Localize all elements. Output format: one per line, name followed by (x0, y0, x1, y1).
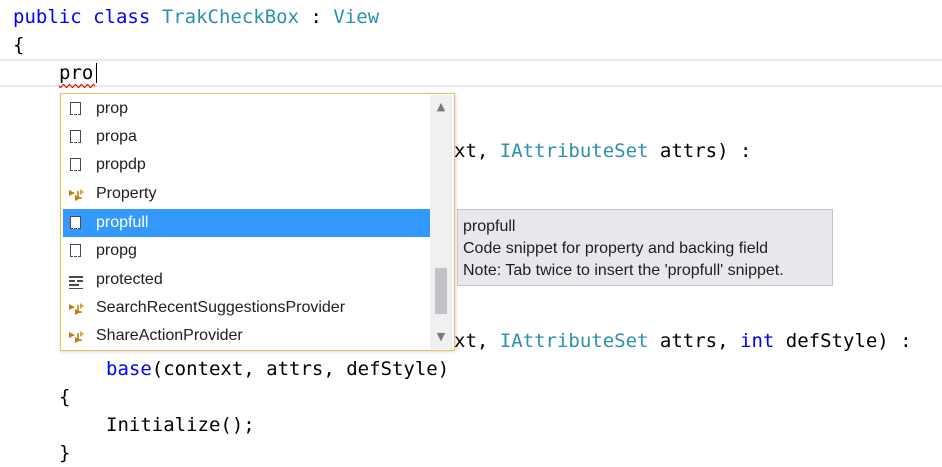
error-squiggle (59, 84, 95, 88)
keyword-class: class (93, 6, 151, 28)
completion-item-label: propdp (96, 156, 146, 173)
scroll-up-arrow-icon[interactable]: ▲ (430, 97, 452, 117)
code-line-initialize: Initialize(); (106, 414, 255, 436)
class-icon (67, 328, 85, 344)
snippet-icon (67, 157, 85, 173)
code-fragment: attrs) : (648, 140, 752, 162)
snippet-icon (67, 243, 85, 259)
completion-item-label: Property (96, 185, 157, 202)
keyword-public: public (13, 6, 82, 28)
type-name: IAttributeSet (499, 140, 649, 162)
code-line-close-brace: } (59, 442, 71, 464)
type-name: IAttributeSet (499, 330, 649, 352)
completion-item-label: prop (96, 100, 129, 117)
intellisense-completion-list[interactable]: prop propa propdp Property propfull prop… (60, 93, 455, 351)
code-line-ctor2-tail: xt, IAttributeSet attrs, int defStyle) : (454, 327, 912, 355)
scroll-thumb[interactable] (435, 268, 447, 314)
class-icon (67, 186, 85, 202)
completion-item-label: propg (96, 242, 137, 259)
code-line-class-declaration: public class TrakCheckBox : View (13, 3, 379, 31)
scroll-down-arrow-icon[interactable]: ▼ (430, 327, 452, 347)
completion-item-propa[interactable]: propa (63, 123, 431, 151)
keyword-base: base (106, 358, 152, 380)
snippet-icon (67, 215, 85, 231)
completion-item-shareactionprovider[interactable]: ShareActionProvider (63, 322, 431, 350)
completion-item-label: propfull (96, 214, 149, 231)
completion-item-propg[interactable]: propg (63, 237, 431, 265)
completion-tooltip: propfull Code snippet for property and b… (457, 209, 833, 286)
tooltip-description: Code snippet for property and backing fi… (463, 240, 769, 257)
keyword-int: int (740, 330, 775, 352)
code-line-base-call: base(context, attrs, defStyle) (106, 355, 449, 383)
completion-item-propdp[interactable]: propdp (63, 151, 431, 179)
class-icon (67, 300, 85, 316)
completion-item-prop[interactable]: prop (63, 95, 431, 123)
completion-item-label: propa (96, 128, 137, 145)
completion-item-protected[interactable]: protected (63, 266, 431, 294)
typed-text: pro (59, 62, 94, 84)
completion-scrollbar[interactable]: ▲ ▼ (430, 95, 452, 349)
base-class-name: View (333, 6, 380, 28)
snippet-icon (67, 101, 85, 117)
code-fragment: defStyle) : (774, 330, 912, 352)
completion-item-label: protected (96, 271, 163, 288)
code-fragment: xt, (454, 330, 500, 352)
completion-item-label: SearchRecentSuggestionsProvider (96, 299, 346, 316)
colon: : (310, 6, 322, 28)
code-line-ctor1-tail: xt, IAttributeSet attrs) : (454, 137, 751, 165)
code-fragment: attrs, (648, 330, 740, 352)
code-fragment: (context, attrs, defStyle) (151, 358, 450, 380)
tooltip-note: Note: Tab twice to insert the 'propfull'… (463, 262, 784, 279)
class-name: TrakCheckBox (161, 6, 300, 28)
code-line-open-brace: { (13, 34, 25, 56)
completion-item-property[interactable]: Property (63, 180, 431, 208)
code-fragment: xt, (454, 140, 500, 162)
code-line-open-brace-2: { (59, 386, 71, 408)
tooltip-title: propfull (463, 218, 516, 235)
snippet-icon (67, 129, 85, 145)
completion-item-label: ShareActionProvider (96, 327, 243, 344)
current-line-highlight (0, 59, 942, 87)
text-caret (96, 63, 97, 83)
keyword-icon (67, 272, 85, 289)
completion-item-searchrecentsuggestionsprovider[interactable]: SearchRecentSuggestionsProvider (63, 294, 431, 322)
completion-item-propfull[interactable]: propfull (63, 209, 431, 237)
